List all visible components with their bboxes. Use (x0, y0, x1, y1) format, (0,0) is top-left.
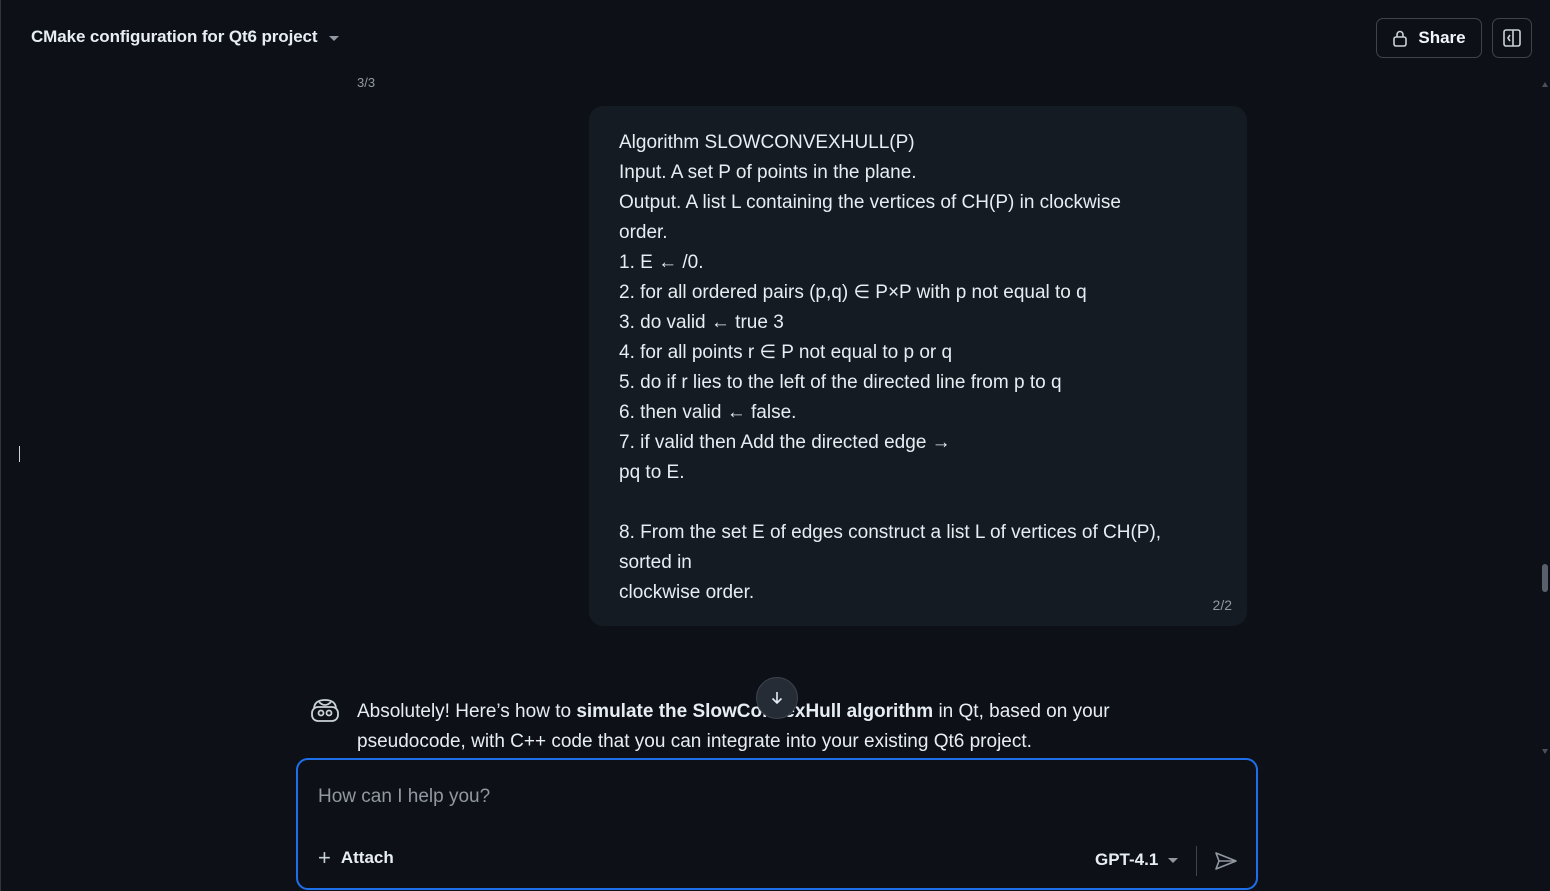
user-message-line: 6. then valid ← false. (619, 402, 797, 423)
attach-label: Attach (340, 848, 394, 867)
conversation-title: CMake configuration for Qt6 project (31, 27, 318, 46)
plus-icon: + (318, 845, 331, 870)
message-input[interactable] (318, 782, 1218, 812)
share-button[interactable]: Share (1376, 18, 1482, 58)
arrow-down-icon (771, 692, 783, 705)
share-label: Share (1418, 28, 1466, 47)
scrollbar-up-arrow[interactable] (1542, 82, 1548, 87)
user-message-line: sorted in (619, 552, 692, 573)
message-version-counter: 2/2 (1212, 597, 1232, 613)
user-message-line: 5. do if r lies to the left of the direc… (619, 372, 1062, 393)
sidebar-toggle-icon (1503, 29, 1521, 47)
chevron-down-icon (1168, 857, 1179, 863)
user-message-line: 7. if valid then Add the directed edge → (619, 432, 951, 453)
send-icon (1215, 852, 1237, 870)
user-message-bubble: Algorithm SLOWCONVEXHULL(P) Input. A set… (589, 106, 1247, 626)
model-label: GPT-4.1 (1095, 850, 1159, 869)
user-message-line: Input. A set P of points in the plane. (619, 162, 917, 183)
user-message-line (619, 488, 1217, 518)
user-message-line: 4. for all points r ∈ P not equal to p o… (619, 342, 953, 363)
lock-icon (1393, 30, 1408, 47)
user-message-line: pq to E. (619, 462, 685, 483)
model-selector[interactable]: GPT-4.1 (1095, 850, 1179, 870)
chevron-down-icon (329, 35, 340, 41)
divider (1196, 846, 1197, 876)
copilot-icon (311, 699, 339, 722)
user-message-line: 1. E ← /0. (619, 252, 704, 273)
user-message-line: 3. do valid ← true 3 (619, 312, 784, 333)
user-message-line: order. (619, 222, 668, 243)
header: CMake configuration for Qt6 project Shar… (1, 0, 1550, 78)
assistant-text-part: Absolutely! Here’s how to (357, 701, 577, 722)
previous-message-counter: 3/3 (357, 75, 376, 90)
user-message-line: Output. A list L containing the vertices… (619, 192, 1121, 213)
toggle-side-panel-button[interactable] (1492, 18, 1532, 58)
conversation-title-dropdown[interactable]: CMake configuration for Qt6 project (31, 27, 340, 47)
user-message-line: Algorithm SLOWCONVEXHULL(P) (619, 132, 915, 153)
user-message-line: clockwise order. (619, 582, 755, 603)
send-button[interactable] (1213, 848, 1239, 874)
scrollbar-down-arrow[interactable] (1542, 749, 1548, 754)
assistant-text-bold: simulate the SlowConvexHull algorithm (576, 701, 934, 722)
attach-button[interactable]: + Attach (318, 845, 394, 870)
message-composer: + Attach GPT-4.1 (296, 758, 1258, 890)
scroll-to-bottom-button[interactable] (756, 677, 798, 719)
user-message-line: 8. From the set E of edges construct a l… (619, 522, 1162, 543)
text-cursor (19, 446, 20, 462)
scrollbar-thumb[interactable] (1542, 564, 1548, 592)
user-message-line: 2. for all ordered pairs (p,q) ∈ P×P wit… (619, 282, 1087, 303)
chat-app: CMake configuration for Qt6 project Shar… (0, 0, 1550, 891)
